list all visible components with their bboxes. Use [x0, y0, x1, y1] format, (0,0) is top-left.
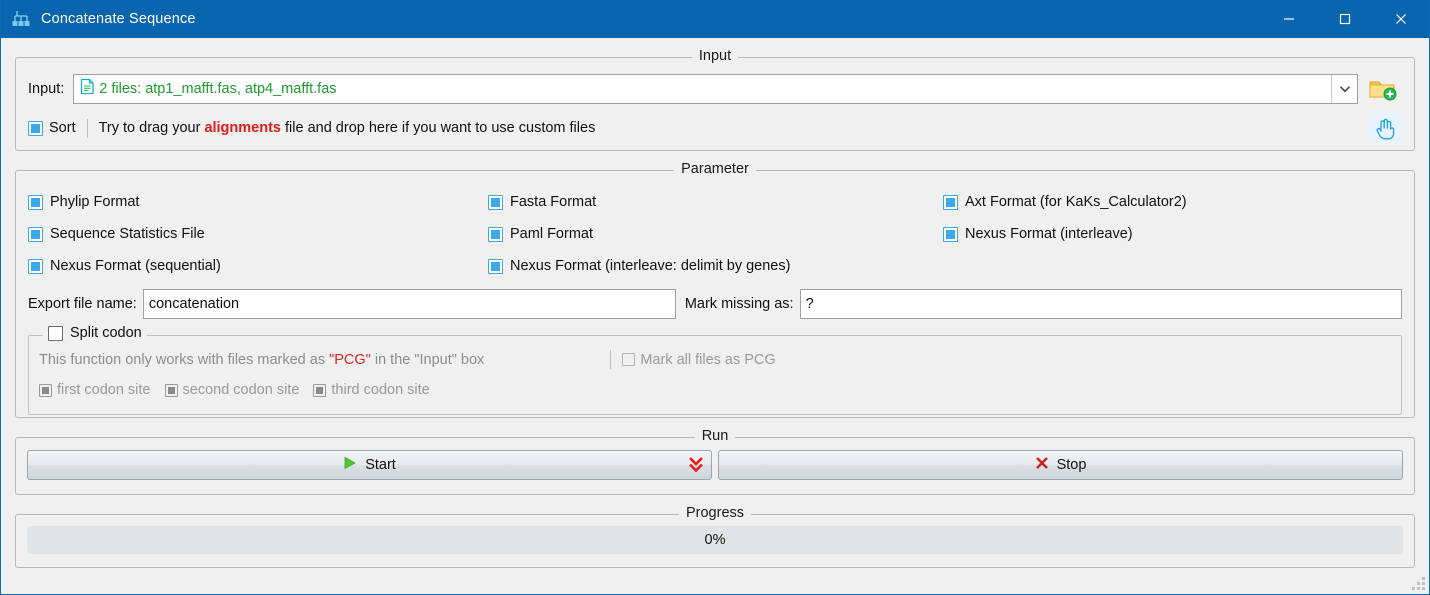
checkbox-second-codon-site[interactable]: second codon site [164, 382, 300, 398]
checkbox-first-codon-site[interactable]: first codon site [39, 382, 151, 398]
vertical-divider [610, 350, 612, 369]
checkbox-label: third codon site [331, 382, 430, 398]
checkbox-nexus-interleave[interactable]: Nexus Format (interleave) [943, 218, 1414, 250]
checkbox-box [488, 258, 503, 274]
progress-bar: 0% [27, 526, 1403, 554]
export-file-name-label: Export file name: [28, 296, 137, 312]
sort-label: Sort [49, 120, 76, 136]
checkbox-label: Nexus Format (sequential) [50, 258, 221, 274]
checkbox-mark-all-files-as-pcg[interactable]: Mark all files as PCG [622, 351, 776, 368]
checkbox-box [28, 226, 43, 242]
document-icon [80, 78, 95, 100]
double-chevron-down-icon[interactable] [688, 456, 704, 474]
checkbox-box [943, 194, 958, 210]
run-group: Run Start Stop [15, 428, 1415, 495]
start-button[interactable]: Start [27, 450, 712, 480]
folder-add-icon[interactable] [1364, 72, 1402, 106]
mark-missing-input[interactable]: ? [799, 289, 1402, 319]
checkbox-box [39, 383, 52, 397]
chevron-down-icon[interactable] [1331, 75, 1357, 103]
checkbox-paml-format[interactable]: Paml Format [488, 218, 943, 250]
progress-group: Progress 0% [15, 505, 1415, 568]
checkbox-label: Phylip Format [50, 194, 140, 210]
note-part1: This function only works with files mark… [39, 351, 330, 368]
checkbox-box [28, 194, 43, 210]
export-file-name-input[interactable]: concatenation [142, 289, 676, 319]
checkbox-box [164, 383, 178, 397]
drop-hint-row: Sort Try to drag your alignments file an… [16, 106, 1414, 143]
input-label: Input: [28, 81, 65, 97]
vertical-divider [86, 118, 88, 138]
stop-label: Stop [1056, 457, 1087, 473]
run-buttons-row: Start Stop [16, 438, 1414, 480]
mark-missing-label: Mark missing as: [684, 296, 794, 312]
checkbox-axt-format[interactable]: Axt Format (for KaKs_Calculator2) [943, 186, 1414, 218]
checkbox-label: Paml Format [510, 226, 593, 242]
split-codon-label: Split codon [70, 325, 142, 341]
checkbox-nexus-interleave-delimit-genes[interactable]: Nexus Format (interleave: delimit by gen… [488, 250, 943, 282]
checkbox-label: second codon site [182, 382, 300, 398]
checkbox-box [28, 258, 43, 274]
input-group: Input Input: 2 files: atp1_mafft.fas, at… [15, 48, 1415, 151]
close-x-icon [1035, 456, 1049, 474]
start-label: Start [365, 457, 396, 473]
combo-content: 2 files: atp1_mafft.fas, atp4_mafft.fas [74, 78, 1331, 100]
parameter-group: Parameter Phylip Format Fasta Format Axt… [15, 161, 1415, 418]
input-file-row: Input: 2 files: atp1_mafft.fas, atp4_maf… [16, 58, 1414, 106]
checkbox-box [622, 353, 636, 366]
checkbox-nexus-sequential[interactable]: Nexus Format (sequential) [28, 250, 488, 282]
checkbox-box [48, 325, 63, 341]
checkbox-label: Mark all files as PCG [640, 351, 776, 368]
split-codon-group: Split codon This function only works wit… [28, 325, 1402, 415]
minimize-button[interactable] [1261, 0, 1317, 38]
resize-grip[interactable] [1412, 577, 1425, 590]
checkbox-label: first codon site [57, 382, 151, 398]
checkbox-fasta-format[interactable]: Fasta Format [488, 186, 943, 218]
input-file-combobox[interactable]: 2 files: atp1_mafft.fas, atp4_mafft.fas [73, 74, 1358, 104]
checkbox-phylip-format[interactable]: Phylip Format [28, 186, 488, 218]
maximize-button[interactable] [1317, 0, 1373, 38]
checkbox-label: Nexus Format (interleave: delimit by gen… [510, 258, 791, 274]
window-title: Concatenate Sequence [41, 11, 196, 27]
checkbox-label: Nexus Format (interleave) [965, 226, 1133, 242]
split-codon-note-row: This function only works with files mark… [39, 350, 1391, 369]
close-button[interactable] [1373, 0, 1429, 38]
play-icon [343, 456, 357, 474]
hand-pointer-icon[interactable] [1368, 113, 1402, 143]
checkbox-box [488, 226, 503, 242]
input-file-value: 2 files: atp1_mafft.fas, atp4_mafft.fas [99, 81, 337, 97]
checkbox-third-codon-site[interactable]: third codon site [313, 382, 430, 398]
drop-hint-highlight: alignments [204, 120, 281, 136]
drop-hint-text: Try to drag your alignments file and dro… [99, 120, 1368, 136]
progress-wrap: 0% [16, 515, 1414, 554]
drop-hint-suffix: file and drop here if you want to use cu… [280, 120, 596, 136]
checkbox-box [313, 383, 327, 397]
format-checkbox-grid: Phylip Format Fasta Format Axt Format (f… [16, 171, 1414, 282]
split-codon-body: This function only works with files mark… [29, 336, 1401, 398]
stop-button[interactable]: Stop [718, 450, 1403, 480]
drop-hint-prefix: Try to drag your [98, 120, 205, 136]
split-codon-checkbox[interactable]: Split codon [43, 325, 147, 341]
checkbox-box [488, 194, 503, 210]
note-pcg: "PCG" [329, 351, 371, 368]
progress-label: 0% [704, 532, 726, 548]
phylo-tree-icon [10, 7, 34, 31]
export-fields-row: Export file name: concatenation Mark mis… [16, 282, 1414, 319]
checkbox-label: Axt Format (for KaKs_Calculator2) [965, 194, 1187, 210]
checkbox-label: Fasta Format [510, 194, 597, 210]
codon-site-row: first codon site second codon site third… [39, 382, 1391, 398]
note-part2: in the "Input" box [370, 351, 485, 368]
checkbox-box [28, 120, 43, 136]
concatenate-sequence-window: Concatenate Sequence Input Input: 2 file… [0, 0, 1430, 595]
checkbox-label: Sequence Statistics File [50, 226, 205, 242]
checkbox-box [943, 226, 958, 242]
checkbox-placeholder [943, 250, 1414, 282]
window-controls [1261, 0, 1429, 38]
title-bar[interactable]: Concatenate Sequence [1, 0, 1429, 38]
split-codon-note: This function only works with files mark… [39, 352, 484, 368]
checkbox-sequence-statistics-file[interactable]: Sequence Statistics File [28, 218, 488, 250]
sort-checkbox[interactable]: Sort [28, 120, 76, 136]
